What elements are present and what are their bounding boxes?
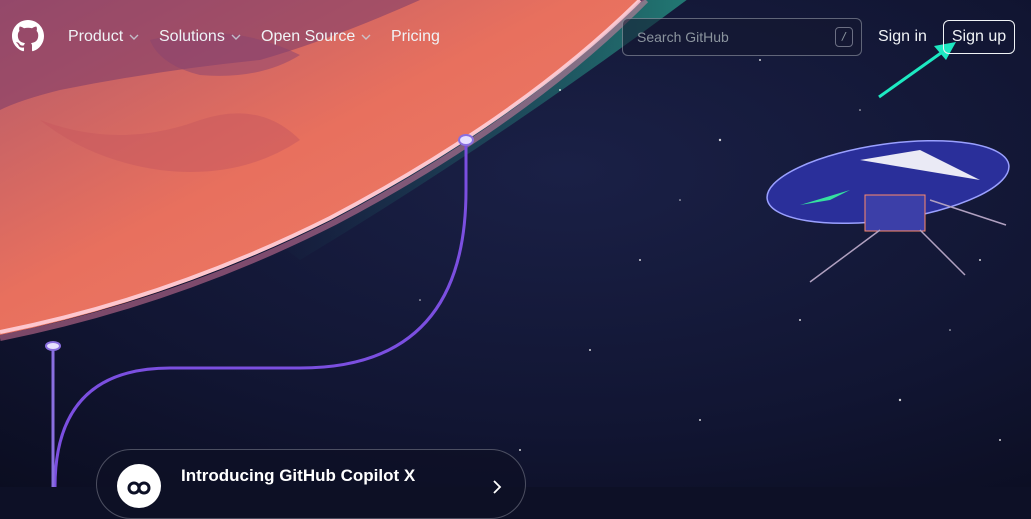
chevron-down-icon xyxy=(361,34,371,40)
sign-up-button[interactable]: Sign up xyxy=(943,20,1015,54)
search-shortcut-key: / xyxy=(835,27,853,47)
chevron-right-icon xyxy=(493,480,502,494)
github-mark-icon[interactable] xyxy=(12,20,44,52)
search-input[interactable] xyxy=(635,28,835,46)
nav-product[interactable]: Product xyxy=(68,26,139,48)
nav-solutions[interactable]: Solutions xyxy=(159,26,241,48)
nav-pricing[interactable]: Pricing xyxy=(391,26,440,48)
chevron-down-icon xyxy=(129,34,139,40)
nav-pricing-label: Pricing xyxy=(391,28,440,45)
sign-in-link[interactable]: Sign in xyxy=(878,26,927,48)
nav-solutions-label: Solutions xyxy=(159,28,225,45)
chevron-down-icon xyxy=(231,34,241,40)
nav-open-source-label: Open Source xyxy=(261,28,356,45)
search-box[interactable]: / xyxy=(622,18,862,56)
copilot-x-promo[interactable]: Introducing GitHub Copilot X xyxy=(96,449,526,519)
hero-illustration xyxy=(0,0,1031,487)
copilot-icon xyxy=(117,464,161,508)
nav-open-source[interactable]: Open Source xyxy=(261,26,371,48)
nav-product-label: Product xyxy=(68,28,124,45)
top-navigation: Product Solutions Open Source Pricing / … xyxy=(0,0,1031,72)
promo-title: Introducing GitHub Copilot X xyxy=(181,466,416,485)
